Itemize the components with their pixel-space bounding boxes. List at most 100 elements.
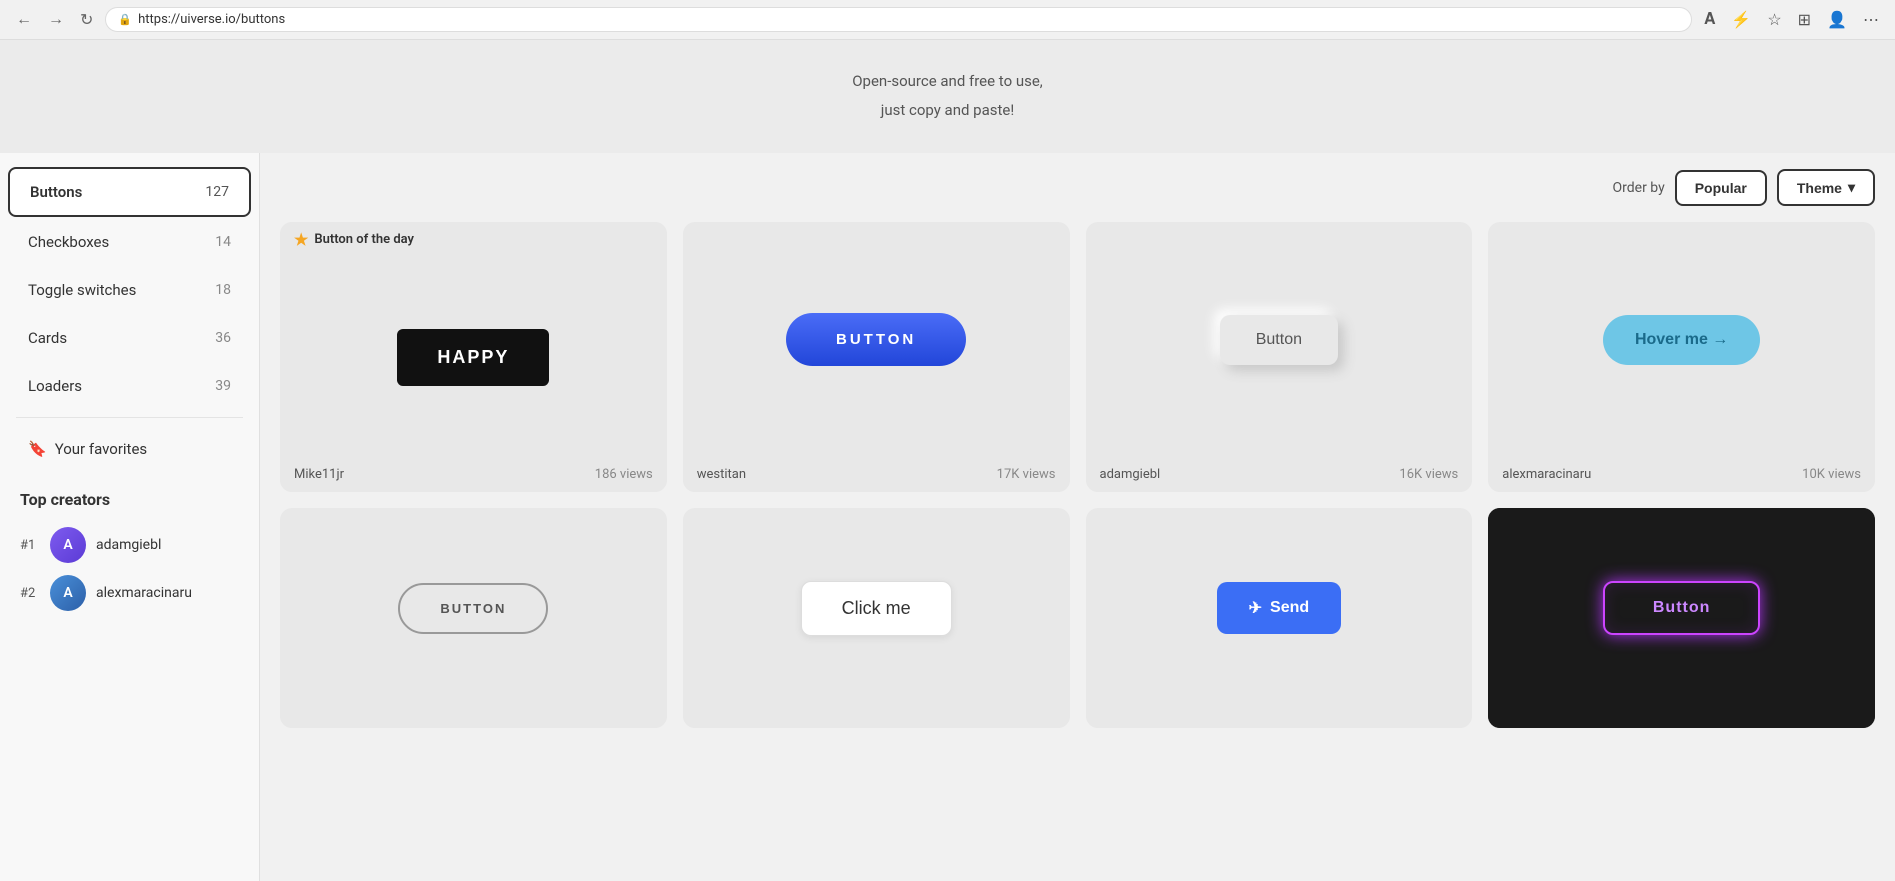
sidebar-label-toggle-switches: Toggle switches: [28, 281, 136, 299]
card-5: BUTTON: [280, 508, 667, 728]
sidebar-item-favorites[interactable]: 🔖 Your favorites: [8, 426, 251, 472]
card-4-views: 10K views: [1802, 467, 1861, 482]
sidebar-count-checkboxes: 14: [215, 234, 231, 250]
bookmark-icon: 🔖: [28, 440, 47, 458]
blue-button[interactable]: BUTTON: [786, 313, 966, 366]
sidebar-count-loaders: 39: [215, 378, 231, 394]
menu-button[interactable]: ⋯: [1859, 6, 1883, 34]
send-label: Send: [1270, 599, 1309, 617]
collections-button[interactable]: ⊞: [1794, 6, 1815, 34]
order-theme-button[interactable]: Theme ▾: [1777, 169, 1875, 206]
card-6: Click me: [683, 508, 1070, 728]
favorites-button[interactable]: ☆: [1763, 6, 1785, 34]
reader-mode-button[interactable]: 𝐀: [1700, 7, 1719, 33]
extensions-button[interactable]: ⚡: [1727, 6, 1755, 34]
creator-avatar-2: A: [50, 575, 86, 611]
card-6-footer: [683, 708, 1070, 728]
top-creators-section: Top creators #1 A adamgiebl #2 A alexmar…: [0, 474, 259, 617]
favorites-label: Your favorites: [55, 440, 147, 458]
sidebar-divider: [16, 417, 243, 418]
lock-icon: 🔒: [118, 13, 132, 26]
main-layout: Buttons 127 Checkboxes 14 Toggle switche…: [0, 153, 1895, 881]
card-4-preview: Hover me →: [1488, 222, 1875, 457]
hover-arrow-button[interactable]: Hover me →: [1603, 315, 1760, 365]
card-5-preview: BUTTON: [280, 508, 667, 708]
card-7-footer: [1086, 708, 1473, 728]
profile-button[interactable]: 👤: [1823, 6, 1851, 34]
url-text: https://uiverse.io/buttons: [138, 12, 285, 27]
sidebar-count-toggle-switches: 18: [215, 282, 231, 298]
sidebar: Buttons 127 Checkboxes 14 Toggle switche…: [0, 153, 260, 881]
card-2-preview: BUTTON: [683, 222, 1070, 457]
card-8: Button: [1488, 508, 1875, 728]
order-by-label: Order by: [1613, 180, 1665, 196]
page-wrapper: Open-source and free to use, just copy a…: [0, 40, 1895, 881]
sidebar-item-buttons[interactable]: Buttons 127: [8, 167, 251, 217]
send-button[interactable]: ✈ Send: [1217, 582, 1342, 634]
browser-chrome: ← → ↻ 🔒 https://uiverse.io/buttons 𝐀 ⚡ ☆…: [0, 0, 1895, 40]
botd-label: Button of the day: [314, 232, 414, 247]
back-button[interactable]: ←: [12, 7, 36, 33]
card-4-author: alexmaracinaru: [1502, 467, 1591, 482]
creator-rank-2: #2: [20, 586, 40, 601]
sidebar-item-checkboxes[interactable]: Checkboxes 14: [8, 219, 251, 265]
star-icon: ★: [294, 230, 308, 249]
card-3-views: 16K views: [1399, 467, 1458, 482]
hero-subtitle-1: Open-source and free to use,: [20, 70, 1875, 93]
sidebar-label-loaders: Loaders: [28, 377, 82, 395]
forward-button[interactable]: →: [44, 7, 68, 33]
click-me-button[interactable]: Click me: [801, 581, 952, 636]
card-2-footer: westitan 17K views: [683, 457, 1070, 492]
sidebar-count-cards: 36: [215, 330, 231, 346]
card-2: BUTTON westitan 17K views: [683, 222, 1070, 492]
creator-item-1[interactable]: #1 A adamgiebl: [20, 521, 239, 569]
card-8-preview: Button: [1488, 508, 1875, 708]
card-4-footer: alexmaracinaru 10K views: [1488, 457, 1875, 492]
card-6-preview: Click me: [683, 508, 1070, 708]
sidebar-item-loaders[interactable]: Loaders 39: [8, 363, 251, 409]
sidebar-label-buttons: Buttons: [30, 183, 82, 201]
happy-button[interactable]: HAPPY: [397, 329, 549, 386]
card-5-footer: [280, 708, 667, 728]
order-popular-button[interactable]: Popular: [1675, 170, 1767, 206]
hero-subtitle-2: just copy and paste!: [20, 99, 1875, 122]
card-grid: ★ Button of the day HAPPY Mike11jr 186 v…: [280, 222, 1875, 728]
creator-name-2: alexmaracinaru: [96, 585, 192, 601]
creator-item-2[interactable]: #2 A alexmaracinaru: [20, 569, 239, 617]
card-4: Hover me → alexmaracinaru 10K views: [1488, 222, 1875, 492]
neon-button[interactable]: Button: [1603, 581, 1761, 635]
card-1-footer: Mike11jr 186 views: [280, 457, 667, 492]
content-area: Order by Popular Theme ▾ ★ Button of the…: [260, 153, 1895, 881]
chevron-down-icon: ▾: [1848, 179, 1855, 196]
sidebar-item-toggle-switches[interactable]: Toggle switches 18: [8, 267, 251, 313]
card-7-preview: ✈ Send: [1086, 508, 1473, 708]
card-8-footer: [1488, 708, 1875, 728]
creator-avatar-1: A: [50, 527, 86, 563]
theme-label: Theme: [1797, 180, 1842, 196]
creator-name-1: adamgiebl: [96, 537, 161, 553]
card-7: ✈ Send: [1086, 508, 1473, 728]
outline-rounded-button[interactable]: BUTTON: [398, 583, 548, 634]
order-bar: Order by Popular Theme ▾: [280, 169, 1875, 206]
creator-rank-1: #1: [20, 538, 40, 553]
refresh-button[interactable]: ↻: [76, 6, 97, 34]
card-3: Button adamgiebl 16K views: [1086, 222, 1473, 492]
sidebar-item-cards[interactable]: Cards 36: [8, 315, 251, 361]
browser-actions: 𝐀 ⚡ ☆ ⊞ 👤 ⋯: [1700, 6, 1883, 34]
hero-section: Open-source and free to use, just copy a…: [0, 40, 1895, 153]
send-icon: ✈: [1249, 598, 1262, 618]
sidebar-label-checkboxes: Checkboxes: [28, 233, 109, 251]
card-1-views: 186 views: [595, 467, 653, 482]
card-2-author: westitan: [697, 467, 746, 482]
card-2-views: 17K views: [997, 467, 1056, 482]
top-creators-title: Top creators: [20, 490, 239, 509]
card-1: ★ Button of the day HAPPY Mike11jr 186 v…: [280, 222, 667, 492]
sidebar-count-buttons: 127: [205, 184, 229, 200]
card-1-author: Mike11jr: [294, 467, 344, 482]
neomorphic-button[interactable]: Button: [1220, 315, 1338, 365]
card-3-footer: adamgiebl 16K views: [1086, 457, 1473, 492]
address-bar[interactable]: 🔒 https://uiverse.io/buttons: [105, 7, 1692, 32]
card-3-preview: Button: [1086, 222, 1473, 457]
card-1-preview: HAPPY: [280, 257, 667, 457]
botd-badge: ★ Button of the day: [280, 222, 667, 257]
